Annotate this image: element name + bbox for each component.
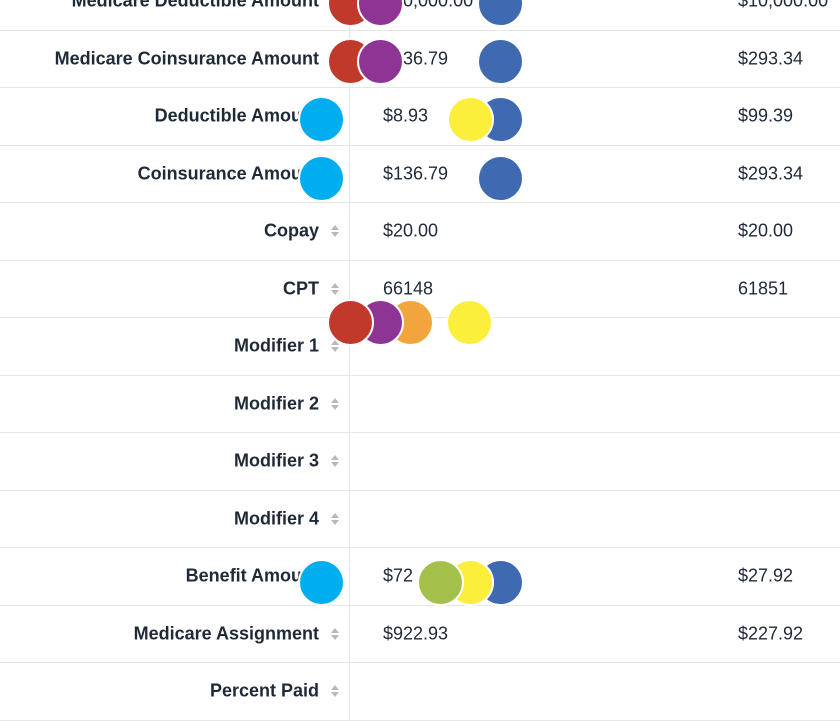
cyan-dot-icon[interactable] [298, 96, 345, 143]
value-cell-1: $922.93 [383, 623, 449, 644]
row-header: CPT [0, 260, 350, 317]
table-row: Medicare Assignment $922.93 $227.92 [0, 605, 840, 663]
row-label: Modifier 3 [233, 450, 319, 471]
sort-icon[interactable] [331, 684, 340, 698]
row-header: Medicare Assignment [0, 605, 350, 662]
green-dot-icon[interactable] [417, 559, 464, 606]
row-header: Benefit Amount [0, 548, 350, 605]
cyan-dot-icon[interactable] [298, 559, 345, 606]
table-row: Deductible Amount $8.93 $99.39 [0, 88, 840, 146]
row-header: Medicare Coinsurance Amount [0, 30, 350, 87]
value-cell-2: $293.34 [738, 163, 804, 184]
cyan-dot-icon[interactable] [298, 155, 345, 202]
yellow-dot-icon[interactable] [446, 299, 493, 346]
sort-icon[interactable] [331, 224, 340, 238]
value-cell-2: $99.39 [738, 105, 794, 126]
table-row: Percent Paid [0, 663, 840, 721]
row-label: Modifier 2 [233, 393, 319, 414]
table-row: Medicare Deductible Amount $10,000.00 $1… [0, 0, 840, 31]
row-header: Modifier 3 [0, 433, 350, 490]
row-label: CPT [283, 278, 319, 299]
sort-icon[interactable] [331, 397, 340, 411]
sort-icon[interactable] [331, 282, 340, 296]
row-label: Modifier 4 [233, 508, 319, 529]
purple-dot-icon[interactable] [357, 38, 404, 85]
yellow-dot-icon[interactable] [447, 96, 494, 143]
red-dot-icon[interactable] [327, 299, 374, 346]
row-label: Percent Paid [209, 680, 319, 701]
value-cell-1: $20.00 [383, 220, 439, 241]
value-cell-2: 61851 [738, 278, 789, 299]
table-row: Copay $20.00 $20.00 [0, 203, 840, 261]
blue-dot-icon[interactable] [477, 38, 524, 85]
sort-icon[interactable] [331, 627, 340, 641]
row-header: Modifier 4 [0, 490, 350, 547]
value-cell-2: $27.92 [738, 565, 794, 586]
row-label: Medicare Assignment [133, 623, 319, 644]
row-label: Modifier 1 [233, 335, 319, 356]
row-header: Modifier 1 [0, 318, 350, 375]
table-row: Modifier 2 [0, 375, 840, 433]
value-cell-1: $72 [383, 565, 414, 586]
row-header: Percent Paid [0, 663, 350, 720]
claim-details-table: Medicare Deductible Amount $10,000.00 $1… [0, 0, 840, 721]
table-row: Medicare Coinsurance Amount $136.79 $293… [0, 30, 840, 88]
value-cell-2: $10,000.00 [738, 0, 829, 11]
row-header: Copay [0, 203, 350, 260]
row-label: Deductible Amount [154, 105, 319, 126]
value-cell-1: $136.79 [383, 163, 449, 184]
value-cell-1: 66148 [383, 278, 434, 299]
value-cell-2: $293.34 [738, 48, 804, 69]
row-label: Medicare Deductible Amount [71, 0, 319, 11]
value-cell-2: $227.92 [738, 623, 804, 644]
row-label: Copay [263, 220, 319, 241]
row-label: Coinsurance Amount [137, 163, 319, 184]
row-label: Medicare Coinsurance Amount [54, 48, 319, 69]
sort-icon[interactable] [331, 512, 340, 526]
table-row: Coinsurance Amount $136.79 $293.34 [0, 145, 840, 203]
table-row: Modifier 4 [0, 490, 840, 548]
row-header: Medicare Deductible Amount [0, 0, 350, 30]
blue-dot-icon[interactable] [477, 155, 524, 202]
sort-icon[interactable] [331, 454, 340, 468]
value-cell-1: $8.93 [383, 105, 429, 126]
table-row: Modifier 3 [0, 433, 840, 491]
value-cell-2: $20.00 [738, 220, 794, 241]
row-header: Modifier 2 [0, 375, 350, 432]
